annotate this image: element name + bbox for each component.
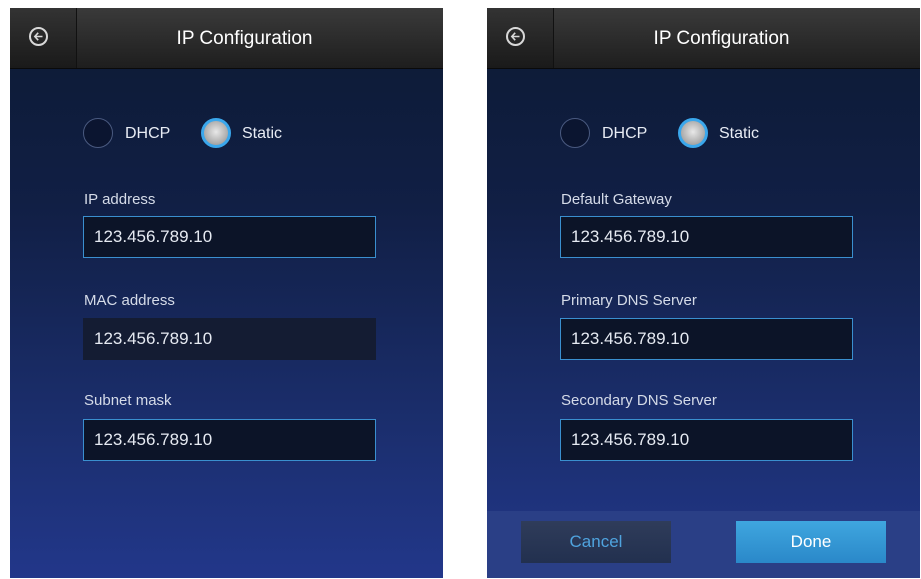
primary-dns-input[interactable] [560, 318, 853, 360]
dhcp-radio[interactable] [83, 118, 113, 148]
ip-address-input[interactable] [83, 216, 376, 258]
cancel-button[interactable]: Cancel [521, 521, 671, 563]
ip-address-label: IP address [84, 191, 156, 208]
back-button[interactable] [10, 8, 77, 68]
title-bar: IP Configuration [10, 8, 443, 69]
back-arrow-icon [506, 27, 525, 46]
back-button[interactable] [487, 8, 554, 68]
ip-config-screen-left: IP Configuration DHCP Static IP address … [10, 8, 443, 578]
title-bar: IP Configuration [487, 8, 920, 69]
static-radio-label: Static [719, 125, 760, 142]
primary-dns-label: Primary DNS Server [561, 292, 697, 309]
page-title: IP Configuration [176, 28, 313, 49]
secondary-dns-input[interactable] [560, 419, 853, 461]
static-radio[interactable] [678, 118, 708, 148]
default-gateway-input[interactable] [560, 216, 853, 258]
default-gateway-label: Default Gateway [561, 191, 672, 208]
secondary-dns-label: Secondary DNS Server [561, 392, 717, 409]
action-footer: Cancel Done [487, 511, 920, 578]
mac-address-value: 123.456.789.10 [83, 318, 376, 360]
dhcp-radio-label: DHCP [125, 125, 171, 142]
subnet-mask-label: Subnet mask [84, 392, 172, 409]
static-radio[interactable] [201, 118, 231, 148]
mac-address-label: MAC address [84, 292, 175, 309]
done-button[interactable]: Done [736, 521, 886, 563]
dhcp-radio[interactable] [560, 118, 590, 148]
back-arrow-icon [29, 27, 48, 46]
static-radio-label: Static [242, 125, 283, 142]
subnet-mask-input[interactable] [83, 419, 376, 461]
dhcp-radio-label: DHCP [602, 125, 648, 142]
ip-config-screen-right: IP Configuration DHCP Static Default Gat… [487, 8, 920, 578]
page-title: IP Configuration [653, 28, 790, 49]
